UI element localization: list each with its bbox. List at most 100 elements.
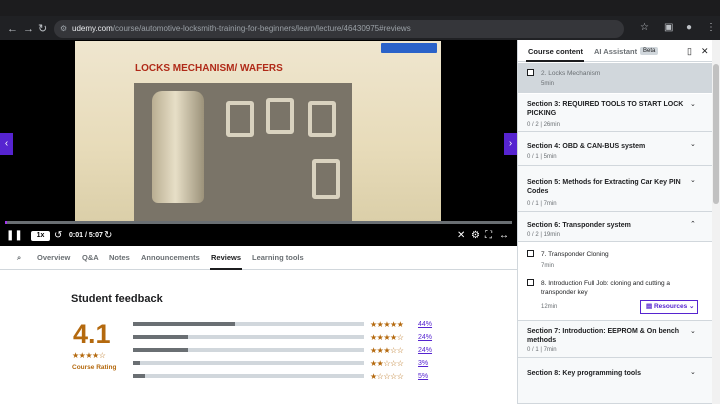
section-meta: 0 / 1 | 5min — [527, 154, 557, 160]
sidebar-toggle-icon[interactable]: ▯ — [687, 46, 692, 57]
pause-icon[interactable]: ❚❚ — [6, 230, 23, 242]
rating-bar — [133, 361, 364, 365]
course-content-sidebar: Course content AI Assistant Beta ▯ ✕ 2. … — [517, 40, 713, 404]
feedback-title: Student feedback — [71, 293, 163, 305]
resources-button[interactable]: ▤ Resources ⌄ — [640, 300, 698, 314]
url-domain: udemy.com — [72, 24, 113, 33]
course-rating-label: Course Rating — [72, 364, 117, 371]
lecture-duration: 5min — [541, 81, 555, 87]
tab-overview[interactable]: Overview — [37, 253, 70, 262]
tab-strip — [0, 0, 720, 16]
wafer-image — [312, 159, 340, 199]
video-progress-bar[interactable] — [5, 221, 512, 224]
rating-bar-fill — [133, 374, 145, 378]
section-header[interactable]: Section 6: Transponder system 0 / 2 | 19… — [518, 212, 713, 242]
slide-logo — [381, 43, 437, 53]
rating-bar — [133, 322, 364, 326]
scrollbar[interactable] — [712, 40, 720, 404]
tab-course-content[interactable]: Course content — [528, 47, 583, 56]
wafer-image — [266, 98, 294, 134]
search-icon[interactable]: ⌕ — [17, 253, 21, 263]
back-icon[interactable]: ← — [7, 23, 18, 35]
wafer-image — [226, 101, 254, 137]
lecture-checkbox[interactable] — [527, 69, 534, 76]
forward-icon[interactable]: → — [23, 23, 34, 35]
extensions-icon[interactable]: ▣ — [664, 22, 673, 33]
menu-icon[interactable]: ⋮ — [706, 22, 716, 33]
rating-row-percent[interactable]: 24% — [418, 346, 432, 355]
playback-speed-button[interactable]: 1x — [31, 231, 50, 241]
resources-label: Resources — [653, 303, 688, 310]
chevron-down-icon: ⌄ — [690, 369, 696, 376]
rewind-icon[interactable]: ↺ — [54, 230, 62, 242]
lecture-title: 2. Locks Mechanism — [541, 70, 601, 77]
section-title: Section 3: REQUIRED TOOLS TO START LOCK … — [527, 101, 684, 117]
tab-announcements[interactable]: Announcements — [141, 253, 200, 262]
tab-reviews[interactable]: Reviews — [211, 253, 241, 262]
lecture-checkbox[interactable] — [527, 279, 534, 286]
settings-icon[interactable]: ⚙ — [471, 230, 480, 242]
wafer-image — [308, 101, 336, 137]
slide-title: LOCKS MECHANISM/ WAFERS — [135, 63, 283, 74]
chevron-down-icon: ⌄ — [690, 328, 696, 335]
section-title: Section 4: OBD & CAN-BUS system — [527, 143, 646, 150]
browser-toolbar: ← → ↻ ⚙ udemy.com/course/automotive-lock… — [0, 0, 720, 40]
tab-learning-tools[interactable]: Learning tools — [252, 253, 304, 262]
forward-skip-icon[interactable]: ↻ — [104, 230, 112, 242]
section-meta: 0 / 2 | 19min — [527, 232, 560, 238]
section-header[interactable]: Section 3: REQUIRED TOOLS TO START LOCK … — [518, 94, 713, 132]
sidebar-header: Course content AI Assistant Beta ▯ ✕ — [518, 40, 713, 62]
beta-badge: Beta — [640, 47, 659, 55]
section-header[interactable]: Section 8: Key programming tools ⌄ — [518, 358, 713, 404]
slide-photo — [134, 83, 352, 221]
chevron-down-icon: ⌄ — [690, 177, 696, 184]
section-meta: 0 / 2 | 26min — [527, 122, 560, 128]
profile-icon[interactable]: ● — [686, 22, 692, 33]
mute-icon[interactable]: ✕ — [457, 230, 465, 242]
url-path: /course/automotive-locksmith-training-fo… — [112, 24, 411, 33]
chevron-down-icon: ⌄ — [690, 101, 696, 108]
lecture-duration: 7min — [541, 263, 555, 269]
rating-bar — [133, 335, 364, 339]
lecture-title[interactable]: 8. Introduction Full Job: cloning and cu… — [541, 279, 691, 297]
section-header[interactable]: Section 4: OBD & CAN-BUS system 0 / 1 | … — [518, 132, 713, 166]
rating-row-percent[interactable]: 24% — [418, 333, 432, 342]
section-title: Section 6: Transponder system — [527, 222, 631, 229]
chevron-up-icon: ⌃ — [690, 221, 696, 228]
section-header[interactable]: Section 5: Methods for Extracting Car Ke… — [518, 166, 713, 212]
rating-row-percent[interactable]: 44% — [418, 320, 432, 329]
current-lecture[interactable]: 2. Locks Mechanism 5min — [518, 63, 713, 93]
video-time: 0:01 / 5:07 — [69, 232, 103, 239]
tab-ai-assistant[interactable]: AI Assistant — [594, 47, 637, 56]
expand-icon[interactable]: ↔ — [499, 230, 509, 242]
rating-row-stars-icon: ★☆☆☆☆ — [370, 372, 404, 381]
course-rating-value: 4.1 — [73, 319, 111, 349]
rating-row-stars-icon: ★★★★☆ — [370, 333, 404, 342]
section-header[interactable]: Section 7: Introduction: EEPROM & On ben… — [518, 320, 713, 358]
section-title: Section 5: Methods for Extracting Car Ke… — [527, 179, 681, 195]
site-info-icon[interactable]: ⚙ — [60, 20, 67, 38]
section-meta: 0 / 1 | 7min — [527, 201, 557, 207]
tab-qa[interactable]: Q&A — [82, 253, 99, 262]
previous-lecture-button[interactable]: ‹ — [0, 133, 13, 155]
next-lecture-button[interactable]: › — [504, 133, 517, 155]
fullscreen-icon[interactable]: ⛶ — [485, 230, 492, 242]
section-meta: 0 / 1 | 7min — [527, 347, 557, 353]
rating-bar-fill — [133, 335, 189, 339]
lecture-title[interactable]: 7. Transponder Cloning — [541, 250, 691, 259]
reload-icon[interactable]: ↻ — [38, 23, 47, 35]
rating-row-percent[interactable]: 5% — [418, 372, 428, 381]
scrollbar-thumb[interactable] — [713, 64, 719, 204]
address-bar[interactable]: ⚙ udemy.com/course/automotive-locksmith-… — [54, 20, 624, 38]
lecture-checkbox[interactable] — [527, 250, 534, 257]
close-icon[interactable]: ✕ — [701, 46, 709, 57]
rating-row-percent[interactable]: 3% — [418, 359, 428, 368]
lecture-duration: 12min — [541, 304, 558, 310]
rating-row-stars-icon: ★★★☆☆ — [370, 346, 404, 355]
video-frame: LOCKS MECHANISM/ WAFERS — [75, 41, 441, 221]
lecture-tabs: ⌕ Overview Q&A Notes Announcements Revie… — [0, 246, 517, 270]
bookmark-star-icon[interactable]: ☆ — [640, 22, 649, 33]
tab-notes[interactable]: Notes — [109, 253, 130, 262]
rating-bar-fill — [133, 348, 189, 352]
rating-row-stars-icon: ★★☆☆☆ — [370, 359, 404, 368]
